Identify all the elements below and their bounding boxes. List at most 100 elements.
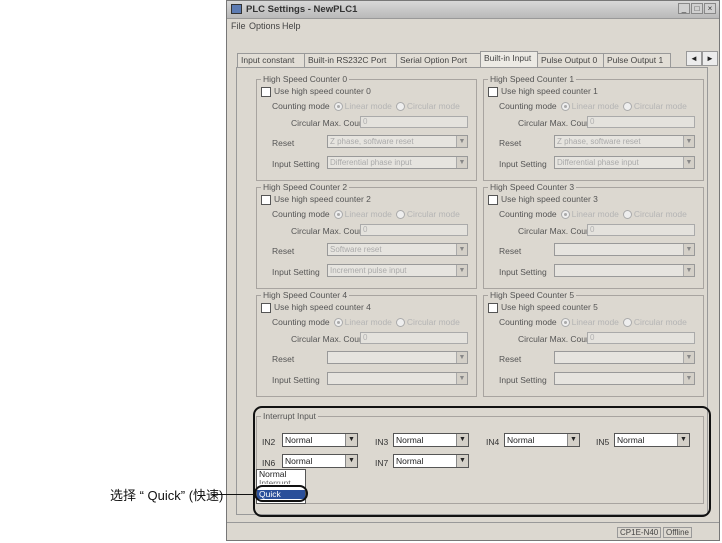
circular-max-count-field[interactable]: 0 — [587, 116, 695, 128]
reset-select[interactable]: Z phase, software reset ▼ — [327, 135, 468, 148]
counter-title: High Speed Counter 0 — [261, 74, 350, 84]
reset-select[interactable]: Z phase, software reset ▼ — [554, 135, 695, 148]
reset-label: Reset — [499, 138, 522, 148]
tab-input-constant[interactable]: Input constant — [237, 53, 305, 67]
counter-title: High Speed Counter 5 — [488, 290, 577, 300]
input-setting-select[interactable]: Differential phase input ▼ — [554, 156, 695, 169]
circular-max-count-field[interactable]: 0 — [360, 116, 468, 128]
high-speed-counter-1-group: High Speed Counter 1 Use high speed coun… — [483, 74, 704, 181]
radio-linear-icon[interactable] — [333, 210, 343, 220]
quick-highlight-oval — [254, 485, 308, 502]
reset-select[interactable]: Software reset ▼ — [327, 243, 468, 256]
high-speed-counter-2-group: High Speed Counter 2 Use high speed coun… — [256, 182, 477, 289]
circular-max-count-label: Circular Max. Count — [291, 334, 367, 344]
checkbox-icon — [261, 86, 271, 97]
tab-scroll: ◄ ► — [686, 51, 718, 66]
chevron-down-icon: ▼ — [456, 352, 467, 363]
maximize-button[interactable]: □ — [691, 3, 703, 14]
counter-title: High Speed Counter 2 — [261, 182, 350, 192]
radio-circular-icon[interactable] — [395, 318, 405, 328]
interrupt-highlight — [253, 406, 711, 517]
checkbox-icon — [261, 194, 271, 205]
radio-linear-icon[interactable] — [560, 210, 570, 220]
input-setting-label: Input Setting — [499, 375, 547, 385]
use-counter-checkbox[interactable]: Use high speed counter 3 — [488, 194, 598, 205]
circular-max-count-label: Circular Max. Count — [291, 226, 367, 236]
tab-scroll-left-icon[interactable]: ◄ — [686, 51, 702, 66]
counter-title: High Speed Counter 3 — [488, 182, 577, 192]
input-setting-select[interactable]: ▼ — [554, 264, 695, 277]
menu-options[interactable]: Options — [249, 21, 280, 31]
circular-max-count-label: Circular Max. Count — [518, 118, 594, 128]
use-counter-checkbox[interactable]: Use high speed counter 0 — [261, 86, 371, 97]
tab-scroll-right-icon[interactable]: ► — [702, 51, 718, 66]
radio-linear-icon[interactable] — [333, 318, 343, 328]
circular-max-count-label: Circular Max. Count — [518, 226, 594, 236]
circular-max-count-field[interactable]: 0 — [587, 224, 695, 236]
counting-mode-row: Counting mode Linear mode Circular mode — [272, 101, 460, 112]
circular-max-count-label: Circular Max. Count — [291, 118, 367, 128]
input-setting-select[interactable]: ▼ — [327, 372, 468, 385]
radio-linear-icon[interactable] — [560, 102, 570, 112]
chevron-down-icon: ▼ — [456, 244, 467, 255]
tab-pulse-output-0[interactable]: Pulse Output 0 — [537, 53, 604, 67]
reset-select[interactable]: ▼ — [554, 351, 695, 364]
high-speed-counter-4-group: High Speed Counter 4 Use high speed coun… — [256, 290, 477, 397]
menu-file[interactable]: File — [231, 21, 246, 31]
title-bar[interactable]: PLC Settings - NewPLC1 _ □ × — [227, 1, 719, 19]
tab-serial-option[interactable]: Serial Option Port — [396, 53, 481, 67]
counting-mode-row: Counting mode Linear mode Circular mode — [272, 317, 460, 328]
radio-circular-icon[interactable] — [622, 318, 632, 328]
chevron-down-icon: ▼ — [456, 265, 467, 276]
input-setting-select[interactable]: ▼ — [554, 372, 695, 385]
circular-max-count-field[interactable]: 0 — [360, 332, 468, 344]
use-counter-checkbox[interactable]: Use high speed counter 4 — [261, 302, 371, 313]
input-setting-select[interactable]: Differential phase input ▼ — [327, 156, 468, 169]
callout-text: 选择 “ Quick” (快速) — [110, 488, 224, 503]
chevron-down-icon: ▼ — [683, 373, 694, 384]
radio-circular-icon[interactable] — [622, 210, 632, 220]
minimize-button[interactable]: _ — [678, 3, 690, 14]
radio-circular-icon[interactable] — [622, 102, 632, 112]
tab-builtin-rs232c[interactable]: Built-in RS232C Port — [304, 53, 397, 67]
input-setting-label: Input Setting — [272, 159, 320, 169]
window-title: PLC Settings - NewPLC1 — [246, 4, 358, 15]
checkbox-icon — [488, 86, 498, 97]
input-setting-select[interactable]: Increment pulse input ▼ — [327, 264, 468, 277]
menu-help[interactable]: Help — [282, 21, 301, 31]
input-setting-label: Input Setting — [272, 267, 320, 277]
reset-select[interactable]: ▼ — [554, 243, 695, 256]
radio-linear-icon[interactable] — [333, 102, 343, 112]
counting-mode-row: Counting mode Linear mode Circular mode — [272, 209, 460, 220]
radio-circular-icon[interactable] — [395, 210, 405, 220]
circular-max-count-field[interactable]: 0 — [360, 224, 468, 236]
reset-label: Reset — [499, 354, 522, 364]
menu-bar: File Options Help — [227, 18, 719, 33]
tab-pulse-output-1[interactable]: Pulse Output 1 — [603, 53, 671, 67]
radio-linear-icon[interactable] — [560, 318, 570, 328]
reset-label: Reset — [272, 246, 295, 256]
chevron-down-icon: ▼ — [456, 157, 467, 168]
input-setting-label: Input Setting — [499, 159, 547, 169]
tab-builtin-input[interactable]: Built-in Input — [480, 51, 538, 68]
chevron-down-icon: ▼ — [456, 136, 467, 147]
reset-select[interactable]: ▼ — [327, 351, 468, 364]
counting-mode-row: Counting mode Linear mode Circular mode — [499, 209, 687, 220]
status-connection: Offline — [663, 527, 692, 538]
chevron-down-icon: ▼ — [683, 352, 694, 363]
chevron-down-icon: ▼ — [683, 244, 694, 255]
radio-circular-icon[interactable] — [395, 102, 405, 112]
use-counter-checkbox[interactable]: Use high speed counter 1 — [488, 86, 598, 97]
high-speed-counter-3-group: High Speed Counter 3 Use high speed coun… — [483, 182, 704, 289]
circular-max-count-field[interactable]: 0 — [587, 332, 695, 344]
checkbox-icon — [488, 302, 498, 313]
input-setting-label: Input Setting — [499, 267, 547, 277]
status-model: CP1E-N40 — [617, 527, 662, 538]
use-counter-checkbox[interactable]: Use high speed counter 2 — [261, 194, 371, 205]
counter-title: High Speed Counter 4 — [261, 290, 350, 300]
input-setting-label: Input Setting — [272, 375, 320, 385]
use-counter-checkbox[interactable]: Use high speed counter 5 — [488, 302, 598, 313]
high-speed-counter-0-group: High Speed Counter 0 Use high speed coun… — [256, 74, 477, 181]
high-speed-counter-5-group: High Speed Counter 5 Use high speed coun… — [483, 290, 704, 397]
close-button[interactable]: × — [704, 3, 716, 14]
